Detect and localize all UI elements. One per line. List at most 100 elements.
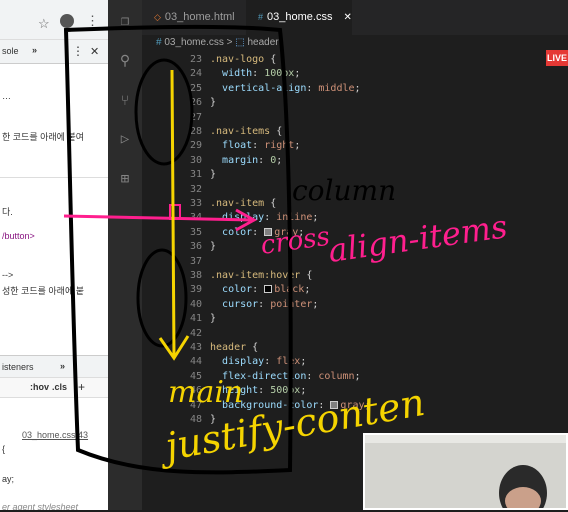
browser-devtools-panel: ☆ ⋮ sole » ⋮ ✕ … 한 코드를 아래에 붙여 다. /button… xyxy=(0,0,108,510)
line-number: 39 xyxy=(189,284,202,296)
more-tabs-button[interactable]: » xyxy=(60,361,65,371)
tree-line[interactable]: /button> xyxy=(2,231,35,241)
tab-html[interactable]: ◇ 03_home.html xyxy=(142,0,246,35)
devtools-tab-row: sole » ⋮ ✕ xyxy=(0,40,108,64)
close-tab-icon[interactable]: ✕ xyxy=(344,12,352,23)
line-number: 42 xyxy=(189,327,202,339)
tree-line[interactable]: … xyxy=(2,91,11,101)
breadcrumb-file[interactable]: 03_home.css xyxy=(164,37,223,48)
search-icon[interactable]: ⚲ xyxy=(116,52,134,70)
code-line[interactable]: flex-direction: column; xyxy=(210,370,361,384)
cls-toggle[interactable]: .cls xyxy=(52,382,67,392)
code-line[interactable]: header { xyxy=(210,341,258,355)
line-number: 26 xyxy=(189,97,202,109)
line-number: 31 xyxy=(189,169,202,181)
line-number: 35 xyxy=(189,226,202,238)
star-icon[interactable]: ☆ xyxy=(38,16,50,32)
line-number: 48 xyxy=(189,414,202,425)
close-devtools-button[interactable]: ✕ xyxy=(90,45,99,58)
line-number: 28 xyxy=(189,126,202,137)
breadcrumb-symbol-icon: ⬚ xyxy=(235,37,245,48)
code-line[interactable]: cursor: pointer; xyxy=(210,298,318,312)
filter-bar: :hov .cls + xyxy=(0,378,108,398)
tree-line[interactable]: 한 코드를 아래에 붙여 xyxy=(2,130,84,143)
tab-css[interactable]: #03_home.css ✕ xyxy=(246,0,352,35)
line-number: 30 xyxy=(189,154,202,166)
code-line[interactable]: display: inline; xyxy=(210,211,318,225)
line-number: 23 xyxy=(189,54,202,65)
line-number: 47 xyxy=(189,399,202,411)
line-number: 33 xyxy=(189,198,202,209)
code-line[interactable]: width: 100px; xyxy=(210,67,300,81)
source-control-icon[interactable]: ⑂ xyxy=(116,92,134,110)
code-line[interactable]: } xyxy=(210,413,216,427)
code-line[interactable]: .nav-item { xyxy=(210,197,276,211)
tree-line[interactable]: 성한 코드를 아래에 붙 xyxy=(2,284,84,297)
css-file-icon: # xyxy=(156,37,162,48)
code-line[interactable]: } xyxy=(210,96,216,110)
line-number: 34 xyxy=(189,212,202,224)
presenter-image xyxy=(365,435,566,512)
code-line[interactable]: color: black; xyxy=(210,283,310,297)
line-number: 32 xyxy=(189,183,202,195)
user-agent-label: er agent stylesheet xyxy=(2,502,79,510)
live-badge: LIVE xyxy=(546,50,568,66)
webcam-overlay xyxy=(363,433,568,512)
code-line[interactable]: vertical-align: middle; xyxy=(210,82,361,96)
code-line[interactable]: color: gray; xyxy=(210,226,304,240)
tab-label: 03_home.css xyxy=(267,11,333,23)
browser-toolbar: ☆ ⋮ xyxy=(0,0,108,40)
menu-icon[interactable]: ⋮ xyxy=(86,13,99,29)
code-line[interactable]: height: 500px; xyxy=(210,384,306,398)
account-icon[interactable] xyxy=(60,14,74,28)
line-number: 27 xyxy=(189,111,202,123)
divider xyxy=(0,177,108,178)
add-rule-button[interactable]: + xyxy=(78,380,85,394)
line-number: 40 xyxy=(189,298,202,310)
line-number: 25 xyxy=(189,82,202,94)
explorer-icon[interactable]: ❐ xyxy=(116,12,134,30)
breadcrumb: # 03_home.css > ⬚ header xyxy=(142,35,568,51)
line-number: 44 xyxy=(189,356,202,368)
line-number: 36 xyxy=(189,241,202,253)
code-line[interactable]: .nav-item:hover { xyxy=(210,269,312,283)
code-line[interactable]: } xyxy=(210,312,216,326)
line-number: 43 xyxy=(189,342,202,353)
tree-line[interactable]: --> xyxy=(2,270,13,280)
code-line[interactable]: .nav-logo { xyxy=(210,53,276,67)
rule-brace: { xyxy=(2,444,6,454)
line-number: 46 xyxy=(189,385,202,397)
extensions-icon[interactable]: ⊞ xyxy=(116,170,134,188)
kebab-menu-icon[interactable]: ⋮ xyxy=(72,44,84,58)
code-line[interactable]: } xyxy=(210,168,216,182)
line-number: 24 xyxy=(189,68,202,80)
code-line[interactable]: margin: 0; xyxy=(210,154,282,168)
code-line[interactable]: .nav-items { xyxy=(210,125,282,139)
tab-console[interactable]: sole xyxy=(2,46,19,56)
breadcrumb-separator: > xyxy=(226,37,233,48)
editor-tab-bar: ◇ 03_home.html #03_home.css ✕ xyxy=(142,0,568,35)
code-line[interactable]: display: flex; xyxy=(210,355,306,369)
styles-pane: isteners » :hov .cls + 03_home.css:43 { … xyxy=(0,355,108,510)
source-link[interactable]: 03_home.css:43 xyxy=(22,430,88,440)
hov-toggle[interactable]: :hov xyxy=(30,382,49,392)
run-debug-icon[interactable]: ▷ xyxy=(116,130,134,148)
css-file-icon: # xyxy=(258,12,264,22)
line-number: 45 xyxy=(189,370,202,382)
tab-event-listeners[interactable]: isteners xyxy=(2,362,34,372)
line-number: 41 xyxy=(189,313,202,325)
line-number: 29 xyxy=(189,140,202,152)
activity-bar: ❐ ⚲ ⑂ ▷ ⊞ xyxy=(108,0,142,510)
html-file-icon: ◇ xyxy=(154,12,161,22)
code-line[interactable]: float: right; xyxy=(210,139,300,153)
line-number: 38 xyxy=(189,270,202,281)
tree-line[interactable]: 다. xyxy=(2,205,13,218)
line-number: 37 xyxy=(189,255,202,267)
elements-tree: … 한 코드를 아래에 붙여 다. /button> --> 성한 코드를 아래… xyxy=(0,65,108,355)
more-tabs-button[interactable]: » xyxy=(32,45,37,55)
code-line[interactable]: background-color: gray; xyxy=(210,399,371,413)
tab-label: 03_home.html xyxy=(164,11,235,23)
styles-tab-row: isteners » xyxy=(0,356,108,378)
breadcrumb-symbol[interactable]: header xyxy=(247,37,278,48)
code-line[interactable]: } xyxy=(210,240,216,254)
